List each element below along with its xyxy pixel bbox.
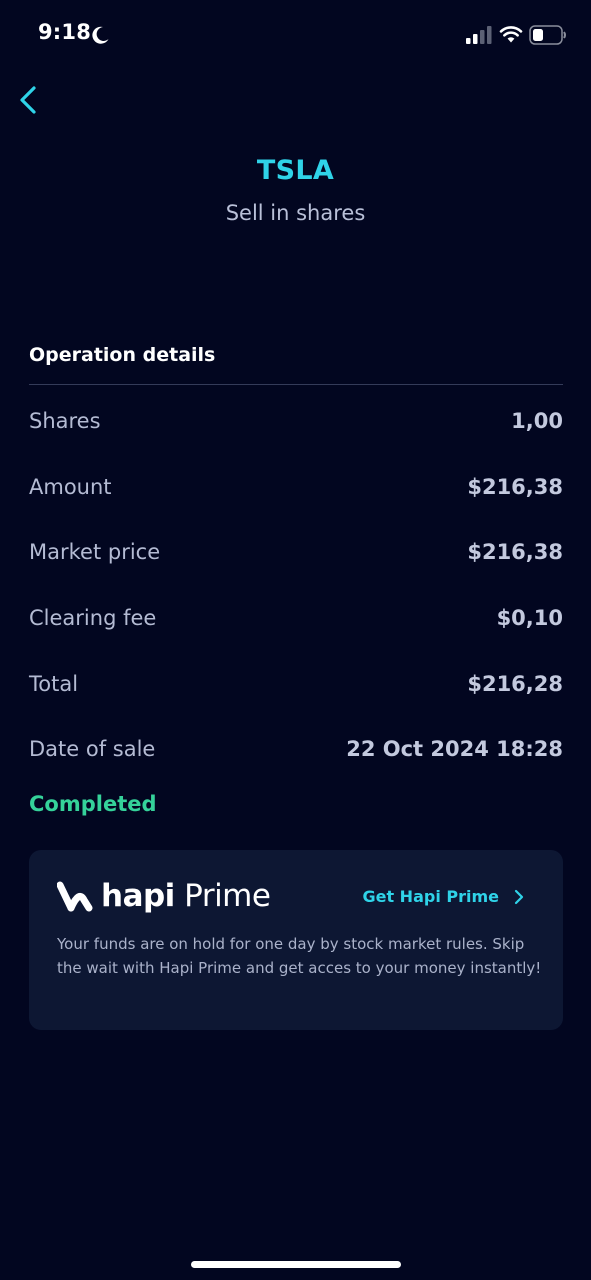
detail-row-date-of-sale: Date of sale 22 Oct 2024 18:28: [29, 737, 563, 773]
detail-label: Amount: [29, 475, 112, 499]
detail-row-clearing-fee: Clearing fee $0,10: [29, 606, 563, 642]
battery-icon: [529, 25, 566, 45]
get-hapi-prime-label: Get Hapi Prime: [362, 887, 499, 906]
promo-description: Your funds are on hold for one day by st…: [57, 935, 542, 977]
get-hapi-prime-link[interactable]: Get Hapi Prime: [362, 887, 525, 906]
detail-label: Clearing fee: [29, 606, 157, 630]
detail-row-total: Total $216,28: [29, 672, 563, 708]
home-indicator[interactable]: [191, 1261, 401, 1268]
detail-value: 22 Oct 2024 18:28: [346, 737, 563, 761]
detail-row-market-price: Market price $216,38: [29, 540, 563, 576]
detail-label: Date of sale: [29, 737, 156, 761]
section-title: Operation details: [29, 344, 216, 366]
hapi-logo-icon: [57, 881, 93, 912]
detail-value: 1,00: [511, 409, 563, 433]
operation-subtitle: Sell in shares: [225, 201, 366, 225]
brand-name: hapi: [101, 878, 175, 914]
hapi-prime-promo-card: hapi Prime Get Hapi Prime Your funds are…: [29, 850, 563, 1030]
detail-label: Market price: [29, 540, 161, 564]
wifi-icon: [499, 26, 523, 43]
status-bar: 9:18: [0, 0, 591, 70]
detail-value: $216,28: [467, 672, 563, 696]
divider: [29, 384, 563, 385]
detail-row-amount: Amount $216,38: [29, 475, 563, 511]
ticker-title: TSLA: [256, 155, 335, 186]
detail-value: $0,10: [496, 606, 563, 630]
detail-label: Shares: [29, 409, 101, 433]
status-time: 9:18: [38, 20, 92, 44]
chevron-left-icon: [20, 86, 36, 114]
detail-value: $216,38: [467, 540, 563, 564]
signal-icon: [466, 26, 492, 44]
detail-row-shares: Shares 1,00: [29, 409, 563, 445]
detail-value: $216,38: [467, 475, 563, 499]
chevron-right-icon: [514, 889, 524, 904]
brand-product: Prime: [184, 878, 271, 914]
detail-label: Total: [29, 672, 79, 696]
moon-icon: [92, 26, 109, 44]
status-badge: Completed: [29, 792, 157, 816]
hapi-prime-logo: hapi Prime: [101, 878, 271, 914]
back-button[interactable]: [12, 80, 52, 120]
